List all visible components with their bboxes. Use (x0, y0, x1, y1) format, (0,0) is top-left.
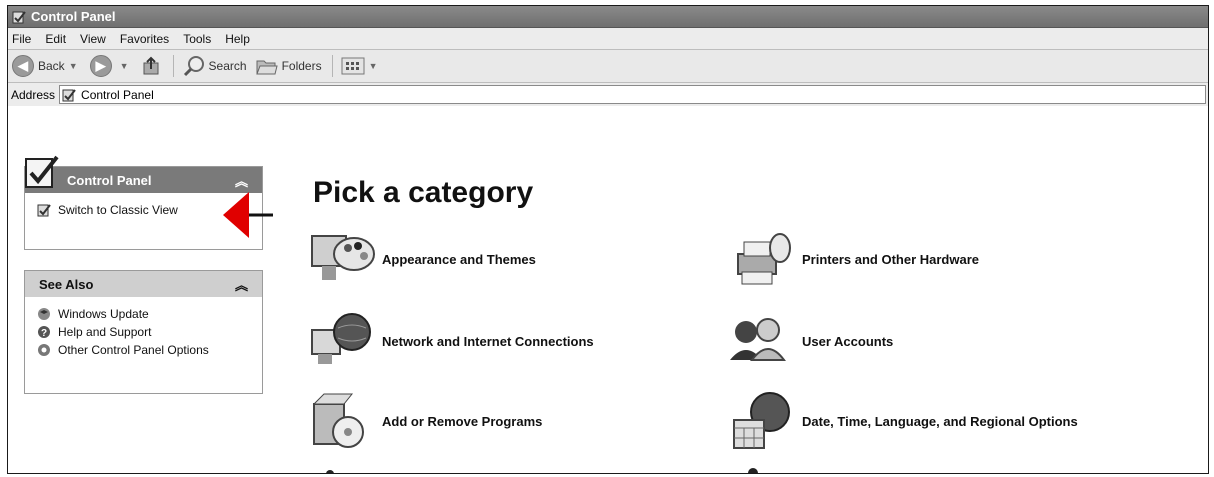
category-label: User Accounts (802, 333, 894, 349)
category-network-internet[interactable]: Network and Internet Connections (308, 310, 594, 372)
menu-help[interactable]: Help (225, 32, 250, 46)
windows-update-label: Windows Update (58, 307, 149, 321)
views-grid-icon (341, 57, 365, 75)
toolbar-separator (172, 55, 174, 77)
collapse-chevron-icon[interactable]: ︽ (235, 275, 248, 294)
partial-category-icon (748, 468, 758, 473)
window-title: Control Panel (31, 9, 116, 24)
appearance-palette-icon (311, 235, 375, 280)
other-options-label: Other Control Panel Options (58, 343, 209, 357)
up-folder-icon (143, 56, 159, 75)
menu-edit[interactable]: Edit (45, 32, 66, 46)
category-label: Date, Time, Language, and Regional Optio… (802, 413, 1078, 429)
control-panel-checkmark-icon (25, 155, 59, 188)
annotation-arrow-icon (223, 192, 273, 238)
up-button[interactable] (141, 55, 163, 77)
control-panel-window: Control Panel File Edit View Favorites T… (7, 5, 1209, 474)
category-label: Network and Internet Connections (382, 333, 594, 349)
toolbar: ◀ Back ▼ ▶ ▼ Search Folders ▼ (8, 50, 1208, 83)
category-printers-hardware[interactable]: Printers and Other Hardware (728, 228, 979, 290)
folders-icon (255, 60, 278, 75)
search-icon (183, 56, 204, 77)
page-title: Pick a category (313, 176, 534, 209)
category-date-time-language[interactable]: Date, Time, Language, and Regional Optio… (728, 390, 1078, 452)
category-add-remove-programs[interactable]: Add or Remove Programs (308, 390, 542, 452)
back-label: Back (38, 59, 65, 73)
control-panel-icon (12, 10, 26, 24)
category-label: Appearance and Themes (382, 251, 536, 267)
forward-button[interactable]: ▶ ▼ (89, 55, 133, 77)
windows-update-link[interactable]: Windows Update (25, 305, 262, 323)
help-icon: ? (38, 326, 50, 339)
see-also-title: See Also (39, 276, 94, 292)
switch-classic-view-label: Switch to Classic View (58, 203, 178, 217)
category-label: Add or Remove Programs (382, 413, 543, 429)
chevron-down-icon[interactable]: ▼ (120, 61, 129, 71)
back-arrow-icon: ◀ (12, 55, 34, 77)
forward-arrow-icon: ▶ (89, 55, 112, 77)
control-panel-header-title: Control Panel (67, 172, 152, 188)
folders-button[interactable]: Folders (255, 55, 322, 77)
gear-icon (38, 344, 50, 356)
views-button[interactable]: ▼ (341, 56, 382, 76)
category-label: Printers and Other Hardware (802, 251, 979, 267)
title-bar: Control Panel (8, 6, 1208, 28)
category-user-accounts[interactable]: User Accounts (728, 310, 893, 372)
chevron-down-icon[interactable]: ▼ (369, 61, 378, 71)
address-value: Control Panel (81, 87, 154, 102)
control-panel-icon (37, 204, 51, 217)
folders-label: Folders (281, 59, 322, 73)
svg-text:?: ? (41, 328, 47, 339)
see-also-taskbox: See Also ︽ Windows Update ? Help and Sup… (24, 270, 263, 394)
see-also-header[interactable]: See Also ︽ (25, 271, 262, 297)
address-field[interactable]: Control Panel (59, 85, 1206, 104)
help-and-support-link[interactable]: ? Help and Support (25, 323, 262, 341)
other-options-link[interactable]: Other Control Panel Options (25, 341, 262, 359)
toolbar-separator (331, 55, 333, 77)
search-button[interactable]: Search (182, 55, 247, 77)
printer-icon (737, 233, 791, 285)
menu-view[interactable]: View (80, 32, 106, 46)
menu-bar: File Edit View Favorites Tools Help (8, 28, 1208, 50)
address-bar: Address Control Panel (8, 83, 1208, 107)
windows-update-icon (38, 308, 50, 320)
chevron-down-icon[interactable]: ▼ (69, 61, 78, 71)
menu-tools[interactable]: Tools (183, 32, 211, 46)
menu-file[interactable]: File (12, 32, 31, 46)
back-button[interactable]: ◀ Back ▼ (12, 55, 82, 77)
partial-category-icon (326, 470, 334, 473)
help-and-support-label: Help and Support (58, 325, 152, 339)
control-panel-icon (62, 88, 76, 101)
address-label: Address (11, 87, 56, 102)
collapse-chevron-icon[interactable]: ︽ (235, 171, 248, 190)
search-label: Search (208, 59, 247, 73)
content-area: Control Panel ︽ Switch to Classic View S… (8, 106, 1208, 473)
add-remove-box-icon (312, 393, 364, 448)
menu-favorites[interactable]: Favorites (120, 32, 169, 46)
network-globe-icon (311, 313, 371, 364)
category-appearance-themes[interactable]: Appearance and Themes (308, 228, 536, 290)
user-accounts-icon (730, 318, 786, 361)
date-time-globe-icon (733, 392, 790, 449)
